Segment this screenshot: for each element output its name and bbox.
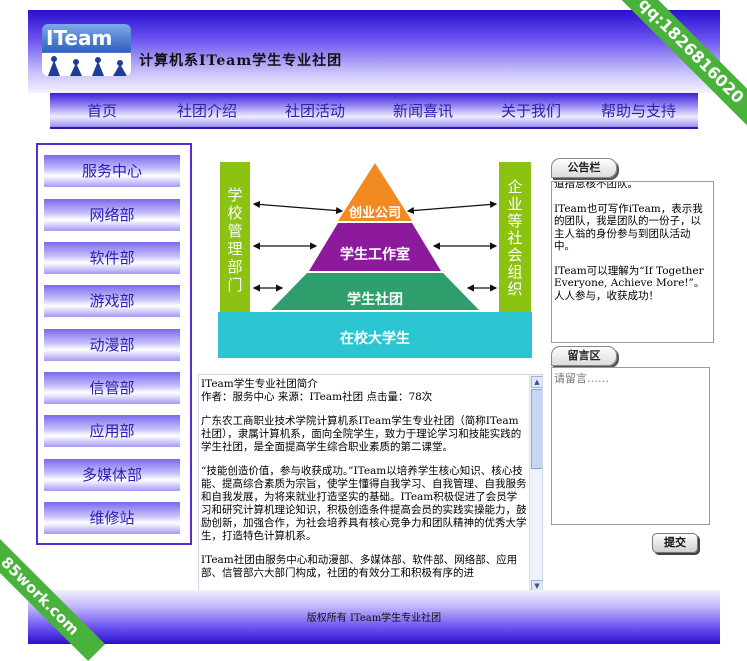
article-paragraph: ITeam社团由服务中心和动漫部、多媒体部、软件部、网络部、应用部、信管部六大部… xyxy=(201,554,518,579)
logo-text: ITeam xyxy=(46,26,113,50)
notice-tab: 公告栏 xyxy=(551,158,617,178)
sidebar-item-repair[interactable]: 维修站 xyxy=(44,502,180,534)
article-scrollbar[interactable]: ▲ ▼ xyxy=(529,375,542,593)
nav-activities[interactable]: 社团活动 xyxy=(285,100,345,121)
page-frame: ITeam 计算机系ITeam学生专业社团 首页 社团介绍 社团活动 新闻喜讯 … xyxy=(28,10,720,644)
scroll-thumb[interactable] xyxy=(531,389,542,469)
nav-about-us[interactable]: 关于我们 xyxy=(501,100,561,121)
sidebar-item-games[interactable]: 游戏部 xyxy=(44,285,180,317)
notice-board[interactable]: 道措息核不团队。 ITeam也可写作iTeam，表示我的团队，我是团队的一份子，… xyxy=(551,181,714,343)
left-side-label: 学校管理部门 xyxy=(227,186,242,294)
sidebar-item-info-management[interactable]: 信管部 xyxy=(44,372,180,404)
message-input[interactable] xyxy=(551,367,710,525)
organization-pyramid-diagram: 创业公司 学生工作室 学生社团 在校大学生 学校管理部门 企业等社会组织 xyxy=(218,162,532,358)
sidebar-item-applications[interactable]: 应用部 xyxy=(44,415,180,447)
sidebar-item-multimedia[interactable]: 多媒体部 xyxy=(44,459,180,491)
tier-studio-label: 学生工作室 xyxy=(340,246,410,263)
article-meta: 作者：服务中心 来源：ITeam社团 点击量：78次 xyxy=(201,391,433,403)
notice-paragraph: 道措息核不团队。 xyxy=(554,181,638,190)
nav-help[interactable]: 帮助与支持 xyxy=(601,100,676,121)
sidebar-item-service-center[interactable]: 服务中心 xyxy=(44,155,180,187)
sidebar-item-network[interactable]: 网络部 xyxy=(44,199,180,231)
club-intro-article[interactable]: ITeam学生专业社团简介 作者：服务中心 来源：ITeam社团 点击量：78次… xyxy=(198,374,543,594)
submit-button[interactable]: 提交 xyxy=(652,533,698,553)
tier-students-label: 在校大学生 xyxy=(340,330,410,347)
right-side-label: 企业等社会组织 xyxy=(507,178,522,298)
copyright-text: 版权所有 ITeam学生专业社团 xyxy=(306,613,442,624)
nav-home[interactable]: 首页 xyxy=(87,100,117,121)
site-footer: 版权所有 ITeam学生专业社团 xyxy=(28,590,720,644)
tier-startup-label: 创业公司 xyxy=(348,205,401,221)
nav-news[interactable]: 新闻喜讯 xyxy=(393,100,453,121)
sidebar-item-software[interactable]: 软件部 xyxy=(44,242,180,274)
article-paragraph: 广东农工商职业技术学院计算机系ITeam学生专业社团（简称ITeam社团），隶属… xyxy=(201,415,522,453)
notice-paragraph: ITeam也可写作iTeam，表示我的团队，我是团队的一份子，以主人翁的身份参与… xyxy=(554,202,703,253)
main-nav: 首页 社团介绍 社团活动 新闻喜讯 关于我们 帮助与支持 xyxy=(50,93,698,129)
article-paragraph: “技能创造价值，参与收获成功。”ITeam以培养学生核心知识、核心技能、提高综合… xyxy=(201,465,527,542)
notice-paragraph: ITeam可以理解为“If Together Everyone, Achieve… xyxy=(554,264,705,302)
sidebar-item-animation[interactable]: 动漫部 xyxy=(44,329,180,361)
team-figures-icon xyxy=(48,56,127,76)
tier-club-label: 学生社团 xyxy=(347,291,403,308)
site-title: 计算机系ITeam学生专业社团 xyxy=(139,53,343,69)
message-tab: 留言区 xyxy=(551,346,617,366)
article-title: ITeam学生专业社团简介 xyxy=(201,378,318,390)
nav-about-club[interactable]: 社团介绍 xyxy=(177,100,237,121)
department-sidebar: 服务中心 网络部 软件部 游戏部 动漫部 信管部 应用部 多媒体部 维修站 xyxy=(36,143,192,545)
site-header: ITeam 计算机系ITeam学生专业社团 xyxy=(28,10,720,93)
scroll-up-icon[interactable]: ▲ xyxy=(531,376,542,388)
team-logo[interactable]: ITeam xyxy=(42,24,131,76)
